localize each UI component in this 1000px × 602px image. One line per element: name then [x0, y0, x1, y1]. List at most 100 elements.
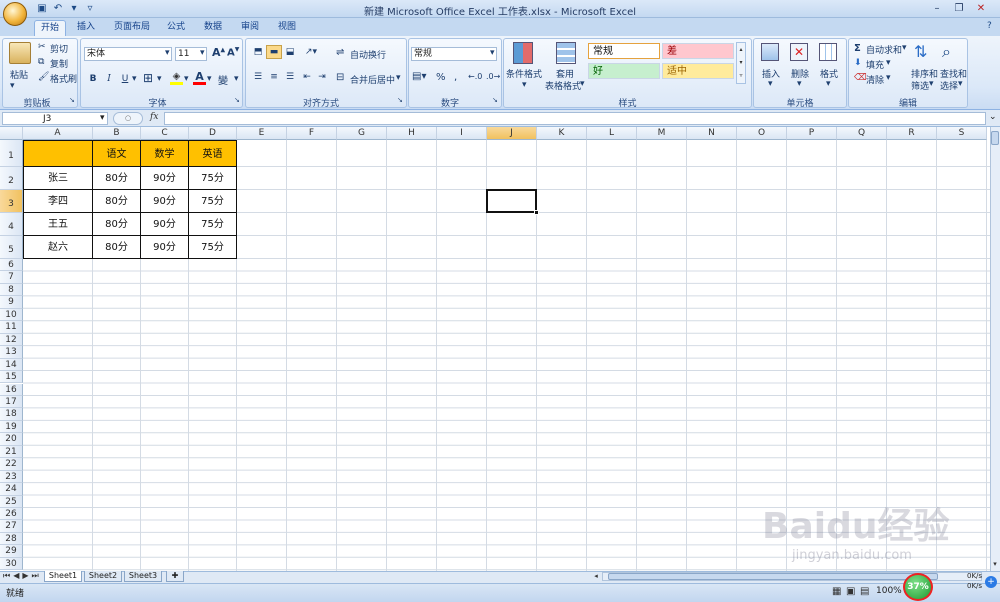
- row-header-29[interactable]: 29: [0, 545, 23, 558]
- number-format-select[interactable]: 常规: [411, 47, 497, 61]
- cut-button[interactable]: 剪切: [50, 42, 68, 55]
- tab-formulas[interactable]: 公式: [160, 20, 192, 36]
- scroll-left-icon[interactable]: ◂: [592, 572, 600, 581]
- insert-cells-dropdown-icon[interactable]: ▾: [768, 79, 773, 89]
- fill-icon[interactable]: ⬇: [854, 58, 862, 68]
- fill-color-icon[interactable]: ◈: [170, 71, 183, 85]
- clear-icon[interactable]: ⌫: [854, 73, 867, 83]
- table-cell[interactable]: 李四: [23, 190, 93, 213]
- comma-style-icon[interactable]: ,: [454, 72, 457, 83]
- underline-button[interactable]: U: [118, 72, 132, 86]
- help-icon[interactable]: ?: [987, 21, 998, 33]
- format-cells-dropdown-icon[interactable]: ▾: [826, 79, 831, 89]
- format-painter-button[interactable]: 格式刷: [50, 72, 77, 85]
- paste-button[interactable]: 粘贴: [10, 68, 28, 81]
- sort-filter-icon[interactable]: ⇅: [914, 42, 927, 61]
- conditional-format-dropdown-icon[interactable]: ▾: [522, 80, 527, 90]
- table-cell[interactable]: 75分: [189, 167, 237, 190]
- row-header-6[interactable]: 6: [0, 259, 23, 272]
- styles-gallery-scroll[interactable]: ▴ ▾ ▿: [736, 42, 746, 84]
- conditional-format-icon[interactable]: [513, 42, 533, 64]
- formula-bar-toggle[interactable]: ○: [113, 112, 143, 125]
- find-select-dropdown-icon[interactable]: ▾: [958, 79, 963, 89]
- page-layout-view-icon[interactable]: ▣: [846, 586, 855, 597]
- wrap-text-icon[interactable]: ⇌: [336, 47, 344, 58]
- sheet-tab-3[interactable]: Sheet3: [124, 571, 162, 582]
- delete-cells-icon[interactable]: ✕: [790, 43, 808, 61]
- format-painter-icon[interactable]: 🖌: [38, 72, 49, 82]
- cut-icon[interactable]: ✂: [38, 42, 46, 52]
- row-header-10[interactable]: 10: [0, 308, 23, 322]
- bold-button[interactable]: B: [86, 72, 100, 86]
- row-header-16[interactable]: 16: [0, 383, 23, 396]
- table-cell[interactable]: 80分: [93, 167, 141, 190]
- merge-center-icon[interactable]: ⊟: [336, 72, 344, 83]
- fill-button[interactable]: 填充: [866, 58, 884, 71]
- insert-cells-icon[interactable]: [761, 43, 779, 61]
- format-as-table-button-line2[interactable]: 表格格式: [545, 79, 581, 92]
- table-header-cell[interactable]: 语文: [93, 140, 141, 167]
- clear-button[interactable]: 清除: [866, 73, 884, 86]
- zoom-level[interactable]: 100%: [876, 586, 902, 596]
- underline-dropdown-icon[interactable]: ▾: [132, 74, 137, 84]
- row-header-4[interactable]: 4: [0, 213, 23, 236]
- cell-style-1[interactable]: 常规: [588, 43, 660, 59]
- row-header-14[interactable]: 14: [0, 358, 23, 372]
- insert-sheet-icon[interactable]: ✚: [166, 571, 184, 582]
- alignment-launcher-icon[interactable]: ↘: [397, 96, 403, 104]
- table-cell[interactable]: 75分: [189, 213, 237, 236]
- currency-icon[interactable]: ▤▾: [412, 71, 426, 82]
- tab-view[interactable]: 视图: [271, 20, 303, 36]
- tab-insert[interactable]: 插入: [70, 20, 102, 36]
- align-bottom-icon[interactable]: ⬓: [282, 45, 298, 59]
- minimize-icon[interactable]: –: [930, 2, 944, 15]
- table-header-cell[interactable]: 英语: [189, 140, 237, 167]
- cell-style-2[interactable]: 差: [662, 43, 734, 59]
- row-header-15[interactable]: 15: [0, 371, 23, 384]
- row-header-25[interactable]: 25: [0, 495, 23, 508]
- table-header-cell[interactable]: 数学: [141, 140, 189, 167]
- align-top-icon[interactable]: ⬒: [250, 45, 266, 59]
- borders-icon[interactable]: ⊞: [143, 71, 153, 85]
- clear-dropdown-icon[interactable]: ▾: [886, 73, 891, 83]
- formula-bar-expand-icon[interactable]: ⌄: [989, 112, 997, 122]
- name-box-dropdown-icon[interactable]: ▾: [100, 113, 105, 123]
- table-cell[interactable]: 80分: [93, 190, 141, 213]
- copy-icon[interactable]: ⧉: [38, 57, 44, 67]
- sheet-tab-1[interactable]: Sheet1: [44, 571, 82, 582]
- net-monitor-badge[interactable]: 37%: [903, 573, 933, 601]
- row-header-20[interactable]: 20: [0, 433, 23, 446]
- merge-center-dropdown-icon[interactable]: ▾: [396, 73, 401, 83]
- font-family-dropdown-icon[interactable]: ▾: [165, 48, 170, 58]
- table-cell[interactable]: 80分: [93, 213, 141, 236]
- sheet-nav-icon[interactable]: ⏮◀▶⏭: [3, 571, 42, 581]
- decrease-indent-icon[interactable]: ⇤: [300, 70, 314, 84]
- row-header-23[interactable]: 23: [0, 470, 23, 484]
- font-color-dropdown-icon[interactable]: ▾: [207, 74, 212, 84]
- vertical-scrollbar[interactable]: [990, 127, 1000, 571]
- restore-icon[interactable]: ❐: [952, 2, 966, 15]
- row-header-8[interactable]: 8: [0, 283, 23, 297]
- wrap-text-button[interactable]: 自动换行: [350, 48, 386, 61]
- autosum-dropdown-icon[interactable]: ▾: [902, 43, 907, 53]
- clipboard-launcher-icon[interactable]: ↘: [69, 96, 75, 104]
- formula-input[interactable]: [164, 112, 986, 125]
- row-header-28[interactable]: 28: [0, 532, 23, 546]
- row-header-5[interactable]: 5: [0, 236, 23, 259]
- close-icon[interactable]: ✕: [974, 2, 988, 15]
- name-box[interactable]: J3: [2, 112, 108, 125]
- row-header-2[interactable]: 2: [0, 167, 23, 190]
- copy-button[interactable]: 复制: [50, 57, 68, 70]
- table-cell[interactable]: 90分: [141, 167, 189, 190]
- row-header-24[interactable]: 24: [0, 483, 23, 496]
- table-cell[interactable]: 90分: [141, 213, 189, 236]
- table-cell[interactable]: 90分: [141, 190, 189, 213]
- align-left-icon[interactable]: ☰: [250, 70, 266, 84]
- net-monitor-plus-icon[interactable]: +: [985, 576, 997, 588]
- number-launcher-icon[interactable]: ↘: [492, 96, 498, 104]
- table-cell[interactable]: 王五: [23, 213, 93, 236]
- font-family-select[interactable]: 宋体: [84, 47, 172, 61]
- italic-button[interactable]: I: [102, 72, 116, 86]
- row-header-12[interactable]: 12: [0, 333, 23, 347]
- merge-center-button[interactable]: 合并后居中: [350, 73, 395, 86]
